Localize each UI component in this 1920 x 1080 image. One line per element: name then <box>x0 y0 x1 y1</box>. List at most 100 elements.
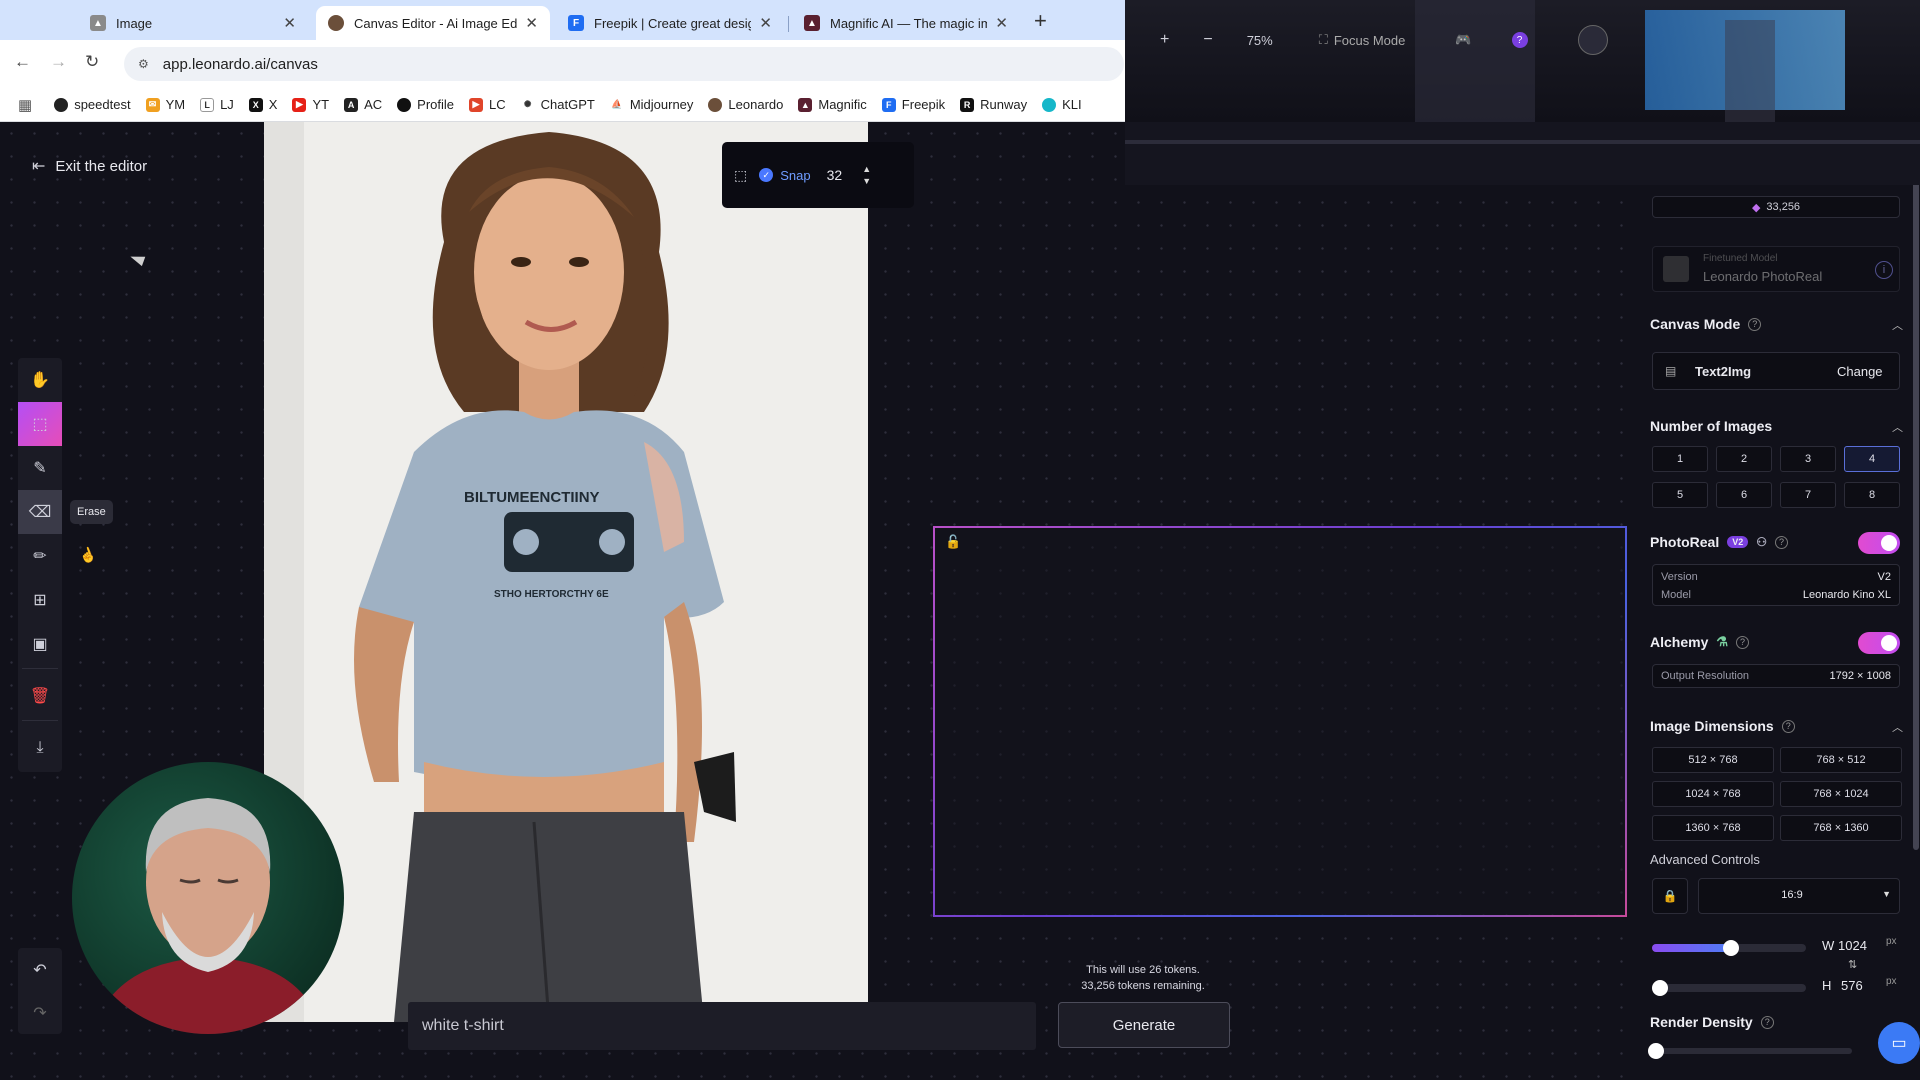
undo-button[interactable]: ↶ <box>18 948 62 991</box>
bookmark-magnific[interactable]: ▲ Magnific <box>798 97 867 112</box>
dim-768x512[interactable]: 768 × 512 <box>1780 747 1902 773</box>
render-density-knob[interactable] <box>1648 1043 1664 1059</box>
help-icon[interactable]: ? <box>1736 635 1750 649</box>
dim-1360x768[interactable]: 1360 × 768 <box>1652 815 1774 841</box>
collapse-caret-icon[interactable]: ︿ <box>1892 719 1903 735</box>
sketch-tool-button[interactable]: ✏ <box>18 534 62 578</box>
prompt-input[interactable]: white t-shirt <box>408 1002 1036 1050</box>
forward-arrow-icon[interactable]: → <box>50 52 67 72</box>
selection-icon[interactable]: ⬚ <box>734 167 747 184</box>
zoom-out-icon[interactable]: − <box>1203 31 1212 49</box>
dim-768x1360[interactable]: 768 × 1360 <box>1780 815 1902 841</box>
panel-scrollbar[interactable] <box>1913 180 1919 850</box>
select-tool-button[interactable]: ⬚ <box>18 402 62 446</box>
close-tab-icon[interactable]: ✕ <box>995 14 1008 32</box>
apps-grid-icon[interactable]: ▦ <box>18 96 32 114</box>
bookmark-ac[interactable]: A AC <box>344 97 382 112</box>
width-input[interactable]: 1024 <box>1838 938 1867 953</box>
focus-mode-button[interactable]: Focus Mode <box>1334 33 1406 48</box>
height-input[interactable]: 576 <box>1841 978 1863 993</box>
bookmark-freepik[interactable]: F Freepik <box>881 97 945 112</box>
dim-768x1024[interactable]: 768 × 1024 <box>1780 781 1902 807</box>
num-images-6[interactable]: 6 <box>1716 482 1772 508</box>
upload-image-tool-button[interactable]: ▣ <box>18 622 62 666</box>
pan-tool-button[interactable]: ✋ <box>18 358 62 402</box>
snap-checkbox[interactable]: ✓ <box>759 168 774 182</box>
alchemy-toggle[interactable] <box>1858 632 1900 654</box>
draw-mask-tool-button[interactable]: ✎ <box>18 446 62 490</box>
num-images-2[interactable]: 2 <box>1716 446 1772 472</box>
num-images-4[interactable]: 4 <box>1844 446 1900 472</box>
tab-image[interactable]: ▲ Image ✕ <box>78 6 308 40</box>
aspect-lock-button[interactable]: 🔒 <box>1652 878 1688 914</box>
erase-tool-button[interactable]: ⌫ <box>18 490 62 534</box>
stepper-down-icon[interactable]: ▼ <box>862 175 871 187</box>
render-density-slider[interactable] <box>1648 1043 1852 1059</box>
num-images-3[interactable]: 3 <box>1780 446 1836 472</box>
height-slider[interactable] <box>1652 980 1806 996</box>
url-input[interactable]: ⚙ app.leonardo.ai/canvas <box>124 47 1124 81</box>
change-mode-button[interactable]: Change <box>1837 364 1883 379</box>
text-tool-button[interactable]: ⊞ <box>18 578 62 622</box>
width-slider[interactable] <box>1652 940 1806 956</box>
stepper-up-icon[interactable]: ▲ <box>862 163 871 175</box>
tab-canvas-editor[interactable]: Canvas Editor - Ai Image Editor ✕ <box>316 6 550 40</box>
bookmark-kli[interactable]: KLI <box>1042 97 1082 112</box>
reload-icon[interactable]: ↻ <box>85 52 99 72</box>
height-slider-knob[interactable] <box>1652 980 1668 996</box>
swap-dimensions-icon[interactable]: ⇅ <box>1848 958 1857 971</box>
back-arrow-icon[interactable]: ← <box>14 52 31 72</box>
bookmark-lc[interactable]: ▶ LC <box>469 97 506 112</box>
bookmark-speedtest[interactable]: speedtest <box>54 97 131 112</box>
canvas-editor[interactable]: ⇤ Exit the editor BILTUMEENCTIINY STHO H… <box>0 122 1920 1080</box>
photoreal-toggle[interactable] <box>1858 532 1900 554</box>
canvas-mode-header[interactable]: Canvas Mode? <box>1650 316 1762 332</box>
aspect-ratio-select[interactable]: 16:9 ▼ <box>1698 878 1900 914</box>
bookmark-chatgpt[interactable]: ✺ ChatGPT <box>520 97 595 112</box>
tab-freepik[interactable]: F Freepik | Create great designs ✕ <box>556 6 784 40</box>
bookmark-x[interactable]: XX <box>248 97 277 112</box>
tab-magnific[interactable]: ▲ Magnific AI — The magic image upscaler… <box>792 6 1020 40</box>
generation-frame[interactable]: 🔓 <box>933 526 1627 917</box>
snap-size-input[interactable]: 32 <box>827 167 843 183</box>
help-icon[interactable]: ? <box>1781 719 1795 733</box>
bookmark-lj[interactable]: L LJ <box>200 97 234 112</box>
exit-editor-button[interactable]: ⇤ Exit the editor <box>32 156 147 176</box>
help-icon[interactable]: ? <box>1511 32 1528 48</box>
lock-icon[interactable]: 🔓 <box>945 534 961 550</box>
collapse-caret-icon[interactable]: ︿ <box>1892 419 1903 435</box>
num-images-8[interactable]: 8 <box>1844 482 1900 508</box>
close-tab-icon[interactable]: ✕ <box>283 14 296 32</box>
zoom-in-icon[interactable]: + <box>1160 31 1169 49</box>
close-tab-icon[interactable]: ✕ <box>759 14 772 32</box>
bookmark-yt[interactable]: ▶ YT <box>292 97 329 112</box>
delete-button[interactable]: 🗑 <box>18 674 62 718</box>
num-images-1[interactable]: 1 <box>1652 446 1708 472</box>
info-icon[interactable]: i <box>1875 261 1893 279</box>
dim-512x768[interactable]: 512 × 768 <box>1652 747 1774 773</box>
help-icon[interactable]: ? <box>1775 535 1789 549</box>
close-tab-icon[interactable]: ✕ <box>525 14 538 32</box>
finetuned-model-selector[interactable]: Finetuned Model Leonardo PhotoReal i <box>1652 246 1900 292</box>
bookmark-midjourney[interactable]: ⛵ Midjourney <box>609 97 693 112</box>
image-dimensions-header[interactable]: Image Dimensions? <box>1650 718 1795 734</box>
help-icon[interactable]: ? <box>1760 1015 1774 1029</box>
generate-button[interactable]: Generate <box>1058 1002 1230 1048</box>
bookmark-runway[interactable]: R Runway <box>960 97 1027 112</box>
focus-mode-icon[interactable]: ⛶ <box>1319 32 1328 48</box>
help-icon[interactable]: ? <box>1748 317 1762 331</box>
download-button[interactable]: ⤓ <box>18 726 62 770</box>
snap-stepper[interactable]: ▲ ▼ <box>862 163 871 187</box>
num-images-5[interactable]: 5 <box>1652 482 1708 508</box>
new-tab-button[interactable]: + <box>1034 8 1047 34</box>
support-chat-button[interactable]: ▭ <box>1878 1022 1920 1064</box>
discord-icon[interactable]: 🎮 <box>1455 32 1471 48</box>
width-slider-knob[interactable] <box>1723 940 1739 956</box>
redo-button[interactable]: ↷ <box>18 991 62 1034</box>
bookmark-leonardo[interactable]: Leonardo <box>708 97 783 112</box>
avatar[interactable] <box>1577 25 1608 55</box>
collapse-caret-icon[interactable]: ︿ <box>1892 317 1903 333</box>
bookmark-ym[interactable]: ✉ YM <box>145 97 185 112</box>
num-images-7[interactable]: 7 <box>1780 482 1836 508</box>
canvas-image[interactable]: BILTUMEENCTIINY STHO HERTORCTHY 6E <box>264 122 868 1022</box>
